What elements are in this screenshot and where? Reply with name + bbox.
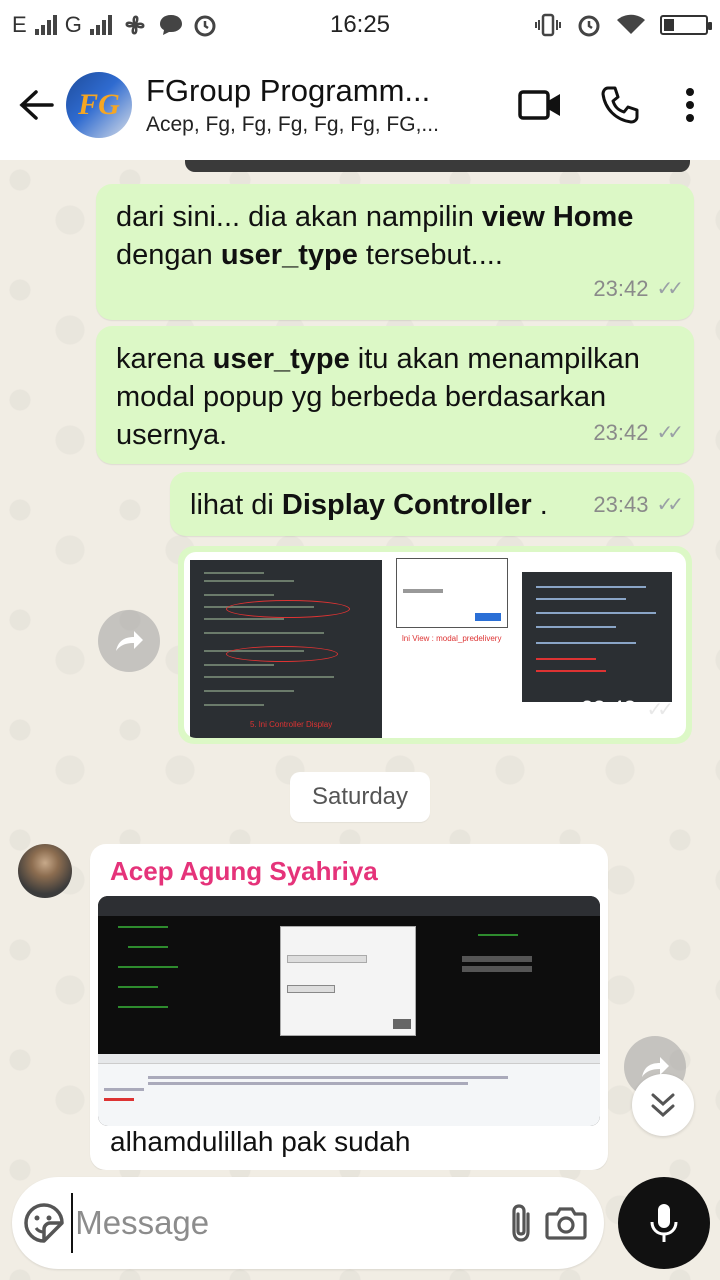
chat-messages[interactable]: dari sini... dia akan nampilin view Home… (0, 160, 720, 1170)
outgoing-message[interactable]: karena user_type itu akan menampilkan mo… (96, 326, 694, 464)
message-composer (12, 1177, 604, 1269)
camera-button[interactable] (542, 1183, 590, 1263)
read-ticks-icon: ✓✓ (656, 278, 683, 300)
browser-toolbar-image (98, 896, 600, 916)
html-code-image (522, 572, 672, 702)
sender-name[interactable]: Acep Agung Syahriya (110, 856, 378, 887)
message-meta: 23:42 ✓✓ (593, 414, 683, 452)
read-ticks-icon: ✓✓ (656, 422, 683, 444)
code-editor-image: 5. lni Controller Display (190, 560, 382, 738)
vibrate-icon (535, 13, 561, 37)
double-chevron-down-icon (651, 1093, 675, 1118)
read-ticks-icon: ✓✓ (646, 699, 673, 721)
group-avatar-text: FG (78, 88, 120, 121)
back-button[interactable] (6, 75, 66, 135)
status-bar: E G 16:25 (0, 0, 720, 50)
voice-record-button[interactable] (618, 1177, 710, 1269)
sticker-button[interactable] (16, 1183, 71, 1263)
browser-screenshot-image[interactable] (98, 896, 600, 1126)
network-type-e: E (12, 12, 27, 37)
forward-button[interactable] (98, 610, 160, 672)
message-time: 23:42 (593, 420, 649, 445)
alarm-icon (194, 15, 216, 37)
message-text-bold: view Home (481, 201, 634, 233)
incoming-message[interactable]: Acep Agung Syahriya alhamdulillah pak su… (90, 844, 608, 1170)
date-separator: Saturday (290, 772, 430, 822)
chat-title: FGroup Programm... (146, 73, 431, 108)
arrow-left-icon (19, 90, 54, 120)
message-text: dari sini... dia akan nampilin view Home… (116, 198, 656, 274)
message-meta: 23:43 ✓✓ (593, 486, 683, 524)
battery-icon (660, 15, 712, 35)
signal-bars-2-icon (89, 15, 112, 35)
message-text-segment: . (531, 489, 548, 521)
message-time: 23:42 (593, 276, 649, 301)
modal-preview-image (396, 558, 508, 628)
controller-caption: 5. lni Controller Display (250, 720, 333, 729)
screenshot-image[interactable]: 5. lni Controller Display lni View : mod… (184, 552, 686, 738)
scan-modal-image (280, 926, 416, 1036)
message-text-bold: user_type (220, 239, 358, 271)
message-text-bold: user_type (212, 343, 350, 375)
header-actions (500, 65, 720, 145)
video-call-button[interactable] (500, 65, 580, 145)
group-avatar[interactable]: FG (66, 72, 132, 138)
network-type-g: G (64, 12, 82, 37)
chat-members: Acep, Fg, Fg, Fg, Fg, Fg, FG,... (146, 113, 439, 136)
microphone-icon (650, 1204, 678, 1242)
sticker-icon (23, 1203, 64, 1243)
image-message-time: 23:43 (580, 696, 636, 721)
message-text: alhamdulillah pak sudah (110, 1126, 411, 1157)
message-text-segment: karena (116, 343, 213, 375)
wifi-icon (617, 14, 645, 34)
fan-app-icon (125, 15, 145, 35)
message-text: karena user_type itu akan menampilkan mo… (116, 340, 676, 454)
more-options-button[interactable] (660, 65, 720, 145)
voice-call-button[interactable] (580, 65, 660, 145)
chat-header: FG FGroup Programm... Acep, Fg, Fg, Fg, … (0, 50, 720, 160)
paperclip-icon (512, 1204, 530, 1242)
attach-button[interactable] (500, 1183, 541, 1263)
signal-bars-icon (34, 15, 57, 35)
outgoing-message[interactable]: lihat di Display Controller . 23:43 ✓✓ (170, 472, 694, 536)
camera-icon (545, 1207, 587, 1240)
phone-icon (601, 86, 639, 124)
scroll-to-bottom-button[interactable] (632, 1074, 694, 1136)
video-camera-icon (518, 90, 560, 120)
message-meta: 23:42 ✓✓ (593, 270, 683, 308)
outgoing-message[interactable]: dari sini... dia akan nampilin view Home… (96, 184, 694, 320)
message-text-segment: dari sini... dia akan nampilin (116, 201, 482, 233)
message-text-segment: tersebut.... (357, 239, 503, 271)
sender-avatar[interactable] (18, 844, 72, 898)
status-left-group: E G (12, 10, 218, 40)
message-text-segment: lihat di (190, 489, 282, 521)
image-message[interactable]: 5. lni Controller Display lni View : mod… (178, 546, 692, 744)
message-time: 23:43 (593, 492, 649, 517)
message-input[interactable] (71, 1193, 501, 1253)
message-text-segment: dengan (116, 239, 221, 271)
forward-icon (116, 631, 143, 651)
view-caption: lni View : modal_predelivery (402, 634, 502, 643)
message-text-bold: Display Controller (281, 489, 532, 521)
chat-bubble-icon (159, 15, 182, 35)
previous-image-edge (185, 160, 690, 172)
alarm-2-icon (578, 15, 600, 37)
chat-title-block[interactable]: FGroup Programm... Acep, Fg, Fg, Fg, Fg,… (146, 73, 456, 137)
status-right-group (534, 12, 712, 38)
devtools-image (98, 1054, 600, 1126)
read-ticks-icon: ✓✓ (656, 494, 683, 516)
message-text: lihat di Display Controller . (190, 486, 580, 524)
more-vertical-icon (686, 88, 694, 122)
